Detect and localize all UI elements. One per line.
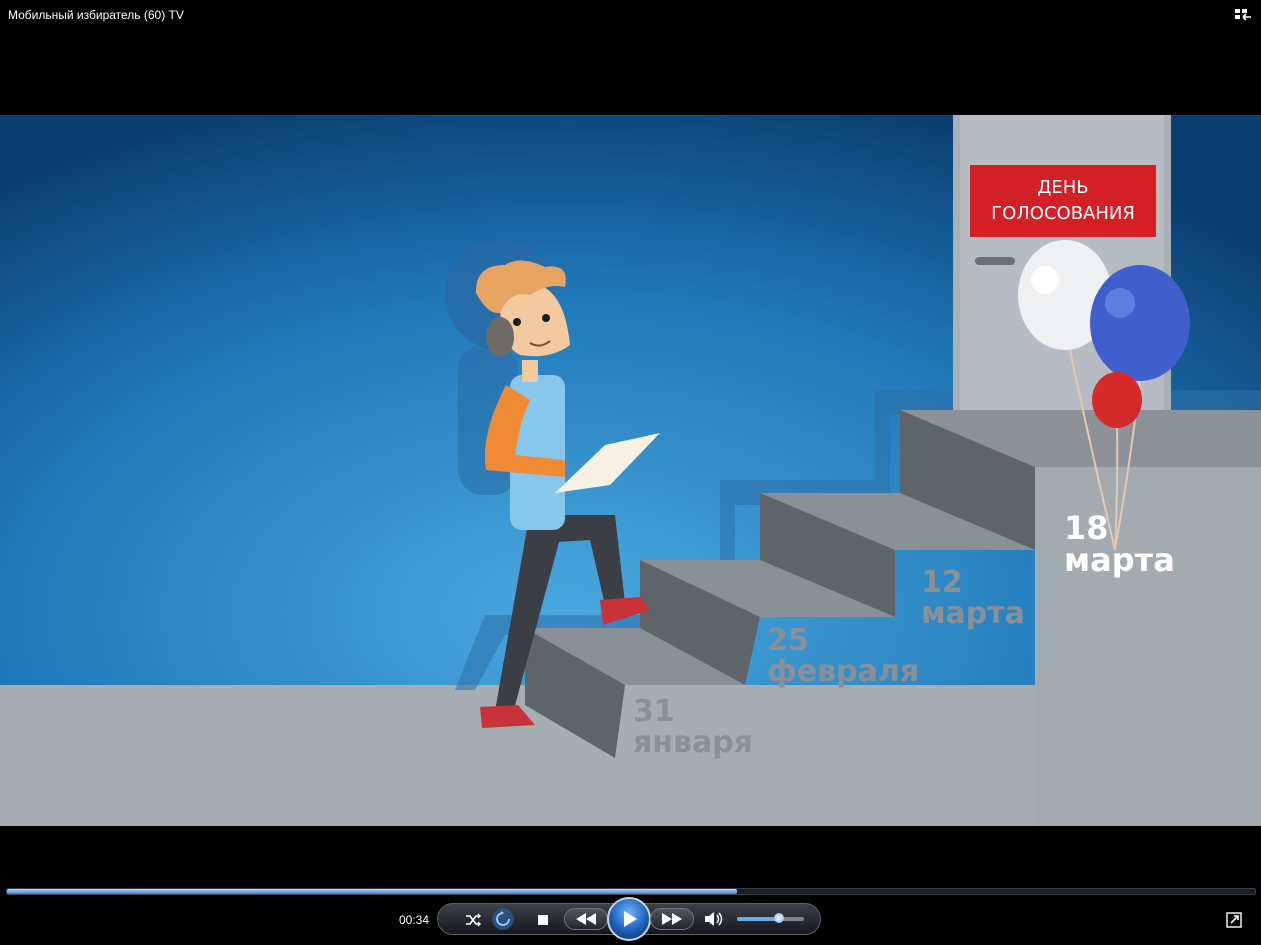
volume-slider[interactable] [737, 913, 804, 923]
shuffle-button[interactable] [463, 910, 483, 930]
speaker-icon [705, 912, 723, 926]
fullscreen-icon [1226, 912, 1242, 928]
switch-to-library-icon [1235, 9, 1251, 21]
volume-level [737, 917, 780, 921]
sign-line2: ГОЛОСОВАНИЯ [991, 203, 1135, 224]
step4-month: марта [1064, 541, 1175, 579]
voting-day-sign [970, 165, 1156, 237]
play-button[interactable] [607, 897, 651, 941]
step1-month: января [633, 725, 753, 760]
play-icon [624, 911, 637, 927]
fast-forward-icon [662, 913, 682, 925]
fullscreen-button[interactable] [1226, 912, 1242, 928]
seek-bar[interactable] [6, 888, 1256, 895]
stop-icon [538, 915, 548, 925]
current-time: 00:34 [399, 913, 430, 927]
step3-month: марта [921, 596, 1025, 631]
rewind-icon [576, 913, 596, 925]
repeat-icon [496, 911, 510, 926]
seek-progress [7, 889, 738, 894]
video-frame[interactable]: ДЕНЬ ГОЛОСОВАНИЯ 31 января 25 февраля 12… [0, 115, 1261, 826]
title-bar: Мобильный избиратель (60) TV [0, 0, 1261, 30]
shuffle-icon [466, 913, 481, 927]
mute-button[interactable] [703, 909, 725, 929]
step2-month: февраля [767, 654, 919, 689]
sign-line1: ДЕНЬ [1037, 177, 1088, 198]
window-title: Мобильный избиратель (60) TV [8, 8, 184, 22]
switch-to-library-button[interactable] [1233, 6, 1253, 24]
previous-button[interactable] [564, 908, 608, 930]
repeat-button[interactable] [492, 908, 514, 930]
blue-balloon [1090, 265, 1190, 381]
step2-day: 25 [767, 623, 809, 658]
step1-day: 31 [633, 694, 675, 729]
stop-button[interactable] [533, 910, 553, 930]
video-scene: ДЕНЬ ГОЛОСОВАНИЯ 31 января 25 февраля 12… [0, 115, 1261, 826]
next-button[interactable] [650, 908, 694, 930]
red-balloon [1092, 372, 1142, 428]
step3-day: 12 [921, 565, 963, 600]
